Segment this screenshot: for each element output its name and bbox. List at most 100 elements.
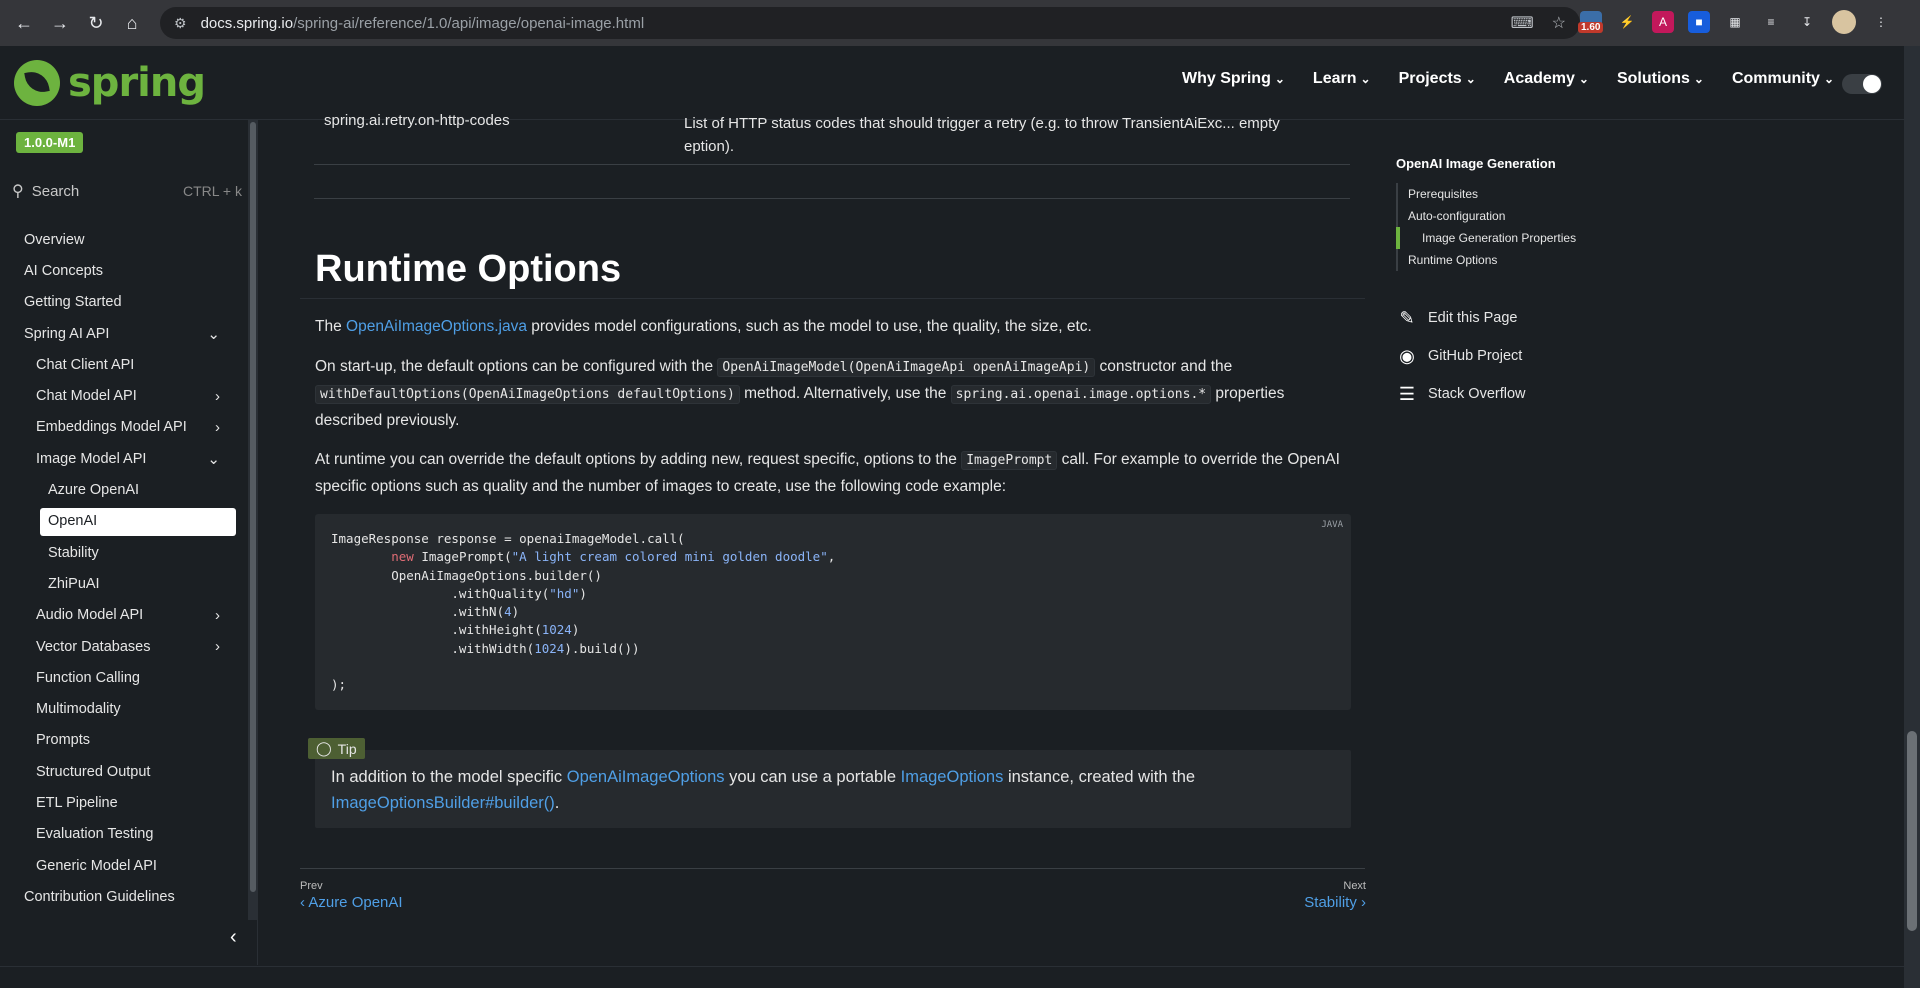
profile-avatar[interactable]: [1832, 10, 1856, 34]
text: provides model configurations, such as t…: [526, 318, 1092, 335]
openai-image-options-link[interactable]: OpenAiImageOptions.java: [346, 318, 527, 335]
chevron-down-icon[interactable]: ⌄: [207, 325, 220, 343]
inline-code: ImagePrompt: [961, 451, 1058, 470]
table-divider: [314, 164, 1350, 165]
chevron-right-icon[interactable]: ›: [215, 419, 220, 436]
sidebar-item-etl-pipeline[interactable]: ETL Pipeline: [0, 787, 248, 818]
inline-code: OpenAiImageModel(OpenAiImageApi openAiIm…: [717, 358, 1096, 377]
sidebar-item-getting-started[interactable]: Getting Started: [0, 287, 248, 318]
sidebar-item-chat-client-api[interactable]: Chat Client API: [0, 349, 248, 380]
sidebar-item-contribution-guidelines[interactable]: Contribution Guidelines: [0, 881, 248, 912]
pencil-icon: ✎: [1399, 307, 1415, 328]
edit-page-link[interactable]: ✎ Edit this Page: [1396, 299, 1636, 337]
code-listing: ImageResponse response = openaiImageMode…: [331, 531, 836, 693]
sidebar-item-label: Structured Output: [36, 763, 151, 780]
bolt-extension-icon[interactable]: ⚡: [1616, 11, 1638, 33]
main-nav: Why Spring ⌄ Learn ⌄ Projects ⌄ Academy ⌄ So…: [1182, 70, 1834, 88]
next-title: Stability: [1304, 894, 1357, 911]
toc-title: OpenAI Image Generation: [1396, 156, 1556, 171]
github-project-link[interactable]: ◉ GitHub Project: [1396, 337, 1636, 375]
collapse-sidebar-icon[interactable]: ‹: [230, 926, 237, 949]
toc-item-image-generation-properties[interactable]: Image Generation Properties: [1396, 227, 1636, 249]
paragraph-startup-defaults: On start-up, the default options can be …: [315, 354, 1355, 434]
prev-title: Azure OpenAI: [308, 894, 403, 911]
sidebar-item-label: Prompts: [36, 732, 90, 749]
sidebar-item-openai[interactable]: OpenAI: [0, 506, 248, 537]
lightbulb-icon: ◯: [316, 740, 332, 756]
translate-icon[interactable]: ⌨: [1511, 13, 1534, 33]
nav-label: Academy: [1503, 70, 1575, 87]
text: In addition to the model specific: [331, 768, 567, 786]
url-host: docs.spring.io: [200, 14, 294, 32]
page-scrollbar-thumb[interactable]: [1907, 731, 1917, 931]
sidebar-item-chat-model-api[interactable]: Chat Model API ›: [0, 380, 248, 411]
sidebar-item-prompts[interactable]: Prompts: [0, 725, 248, 756]
heading-divider: [300, 298, 1365, 299]
sidebar-item-stability[interactable]: Stability: [0, 537, 248, 568]
sidebar-item-structured-output[interactable]: Structured Output: [0, 756, 248, 787]
download-icon[interactable]: ↧: [1796, 11, 1818, 33]
chevron-down-icon[interactable]: ⌄: [207, 450, 220, 468]
sidebar-item-evaluation-testing[interactable]: Evaluation Testing: [0, 819, 248, 850]
sidebar-item-vector-databases[interactable]: Vector Databases ›: [0, 631, 248, 662]
prev-page-link[interactable]: Prev ‹ Azure OpenAI: [300, 880, 403, 911]
nav-why-spring[interactable]: Why Spring ⌄: [1182, 70, 1285, 88]
code-block[interactable]: JAVA ImageResponse response = openaiImag…: [315, 514, 1351, 710]
sidebar-item-multimodality[interactable]: Multimodality: [0, 693, 248, 724]
stack-overflow-link[interactable]: ☰ Stack Overflow: [1396, 375, 1636, 413]
sidebar-item-audio-model-api[interactable]: Audio Model API ›: [0, 600, 248, 631]
sidebar-item-ai-concepts[interactable]: AI Concepts: [0, 255, 248, 286]
reading-list-icon[interactable]: ≡: [1760, 11, 1782, 33]
sidebar-item-function-calling[interactable]: Function Calling: [0, 662, 248, 693]
spring-logo[interactable]: spring: [14, 60, 206, 106]
puzzle-icon[interactable]: ▦: [1724, 11, 1746, 33]
nav-learn[interactable]: Learn ⌄: [1313, 70, 1371, 88]
image-options-link[interactable]: ImageOptions: [901, 768, 1004, 786]
sidebar-item-embeddings-model-api[interactable]: Embeddings Model API ›: [0, 412, 248, 443]
sidebar-item-overview[interactable]: Overview: [0, 224, 248, 255]
chevron-right-icon[interactable]: ›: [215, 607, 220, 624]
back-arrow-icon[interactable]: ←: [8, 7, 40, 39]
toc-item-auto-configuration[interactable]: Auto-configuration: [1398, 205, 1636, 227]
chevron-right-icon[interactable]: ›: [215, 388, 220, 405]
chevron-right-icon[interactable]: ›: [215, 638, 220, 655]
sidebar-scrollbar-thumb[interactable]: [250, 122, 256, 892]
next-page-link[interactable]: Next Stability ›: [1304, 880, 1366, 911]
tip-admonition: In addition to the model specific OpenAi…: [315, 750, 1351, 828]
nav-community[interactable]: Community ⌄: [1732, 70, 1834, 88]
menu-kebab-icon[interactable]: ⋮: [1870, 11, 1892, 33]
dark-mode-toggle[interactable]: [1842, 74, 1882, 94]
nav-projects[interactable]: Projects ⌄: [1399, 70, 1476, 88]
nav-label: Solutions: [1616, 70, 1690, 87]
tip-text: In addition to the model specific OpenAi…: [331, 764, 1331, 816]
nav-academy[interactable]: Academy ⌄: [1504, 70, 1589, 88]
site-info-icon[interactable]: ⚙: [174, 15, 187, 32]
spring-leaf-icon: [14, 60, 60, 106]
address-bar[interactable]: ⚙ docs.spring.io/spring-ai/reference/1.0…: [160, 7, 1580, 39]
sidebar-item-spring-ai-api[interactable]: Spring AI API ⌄: [0, 318, 248, 349]
version-badge[interactable]: 1.0.0-M1: [16, 132, 84, 153]
sidebar-item-label: Chat Model API: [36, 388, 137, 405]
prev-label: Prev: [300, 880, 323, 892]
sidebar-item-zhipuai[interactable]: ZhiPuAI: [0, 568, 248, 599]
property-row: spring.ai.retry.on-http-codes List of HT…: [314, 112, 1350, 162]
sidebar-item-label: Azure OpenAI: [48, 482, 140, 499]
text: you can use a portable: [724, 768, 901, 786]
nav-solutions[interactable]: Solutions ⌄: [1617, 70, 1704, 88]
image-options-builder-link[interactable]: ImageOptionsBuilder#builder(): [331, 794, 555, 812]
sidebar-item-label: Function Calling: [36, 669, 140, 686]
sidebar-search[interactable]: ⚲ Search CTRL + k: [12, 178, 242, 204]
bitwarden-extension-icon[interactable]: ■: [1688, 11, 1710, 33]
openai-image-options-link[interactable]: OpenAiImageOptions: [567, 768, 725, 786]
translator-extension-icon[interactable]: A: [1652, 11, 1674, 33]
reload-icon[interactable]: ↻: [80, 7, 112, 39]
toc-item-prerequisites[interactable]: Prerequisites: [1398, 183, 1636, 205]
forward-arrow-icon[interactable]: →: [44, 7, 76, 39]
sidebar-item-label: Chat Client API: [36, 356, 135, 373]
sidebar-item-generic-model-api[interactable]: Generic Model API: [0, 850, 248, 881]
star-icon[interactable]: ☆: [1552, 13, 1566, 33]
sidebar-item-azure-openai[interactable]: Azure OpenAI: [0, 474, 248, 505]
sidebar-item-image-model-api[interactable]: Image Model API ⌄: [0, 443, 248, 474]
home-icon[interactable]: ⌂: [116, 7, 148, 39]
toc-item-runtime-options[interactable]: Runtime Options: [1398, 249, 1636, 271]
